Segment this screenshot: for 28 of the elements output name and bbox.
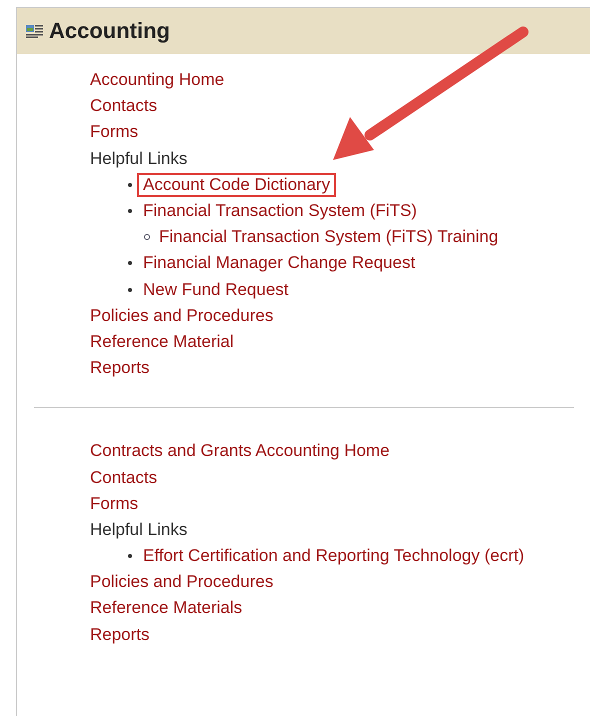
bullet-icon [128, 554, 132, 558]
nav-link[interactable]: Contacts [90, 96, 158, 116]
nav-link[interactable]: Account Code Dictionary [139, 174, 334, 195]
nav-link[interactable]: Policies and Procedures [90, 306, 274, 326]
nav-link[interactable]: Accounting Home [90, 70, 224, 90]
bullet-icon [128, 209, 132, 214]
list-heading: Helpful Links [90, 520, 188, 540]
nav-link[interactable]: Reports [90, 358, 150, 378]
nav-link[interactable]: Contacts [90, 468, 158, 488]
list-heading: Helpful Links [90, 148, 188, 169]
nav-link[interactable]: Reference Materials [90, 598, 242, 618]
nav-link[interactable]: Financial Transaction System (FiTS) [143, 201, 417, 222]
nav-link[interactable]: Forms [90, 122, 138, 142]
bullet-icon [144, 234, 150, 240]
nav-link[interactable]: Financial Manager Change Request [143, 253, 416, 274]
nav-link[interactable]: Policies and Procedures [90, 572, 274, 592]
bullet-icon [128, 182, 132, 187]
nav-link[interactable]: Forms [90, 494, 138, 514]
bullet-icon [128, 261, 132, 266]
nav-link[interactable]: Financial Transaction System (FiTS) Training [159, 227, 498, 248]
nav-link[interactable]: Reference Material [90, 332, 234, 352]
news-icon [26, 24, 43, 38]
panel-title: Accounting [49, 18, 170, 44]
nav-link[interactable]: Reports [90, 624, 150, 645]
bullet-icon [128, 288, 132, 292]
nav-link[interactable]: New Fund Request [143, 280, 289, 300]
nav-link[interactable]: Effort Certification and Reporting Technology (ecrt) [143, 546, 524, 566]
nav-link[interactable]: Contracts and Grants Accounting Home [90, 441, 390, 462]
